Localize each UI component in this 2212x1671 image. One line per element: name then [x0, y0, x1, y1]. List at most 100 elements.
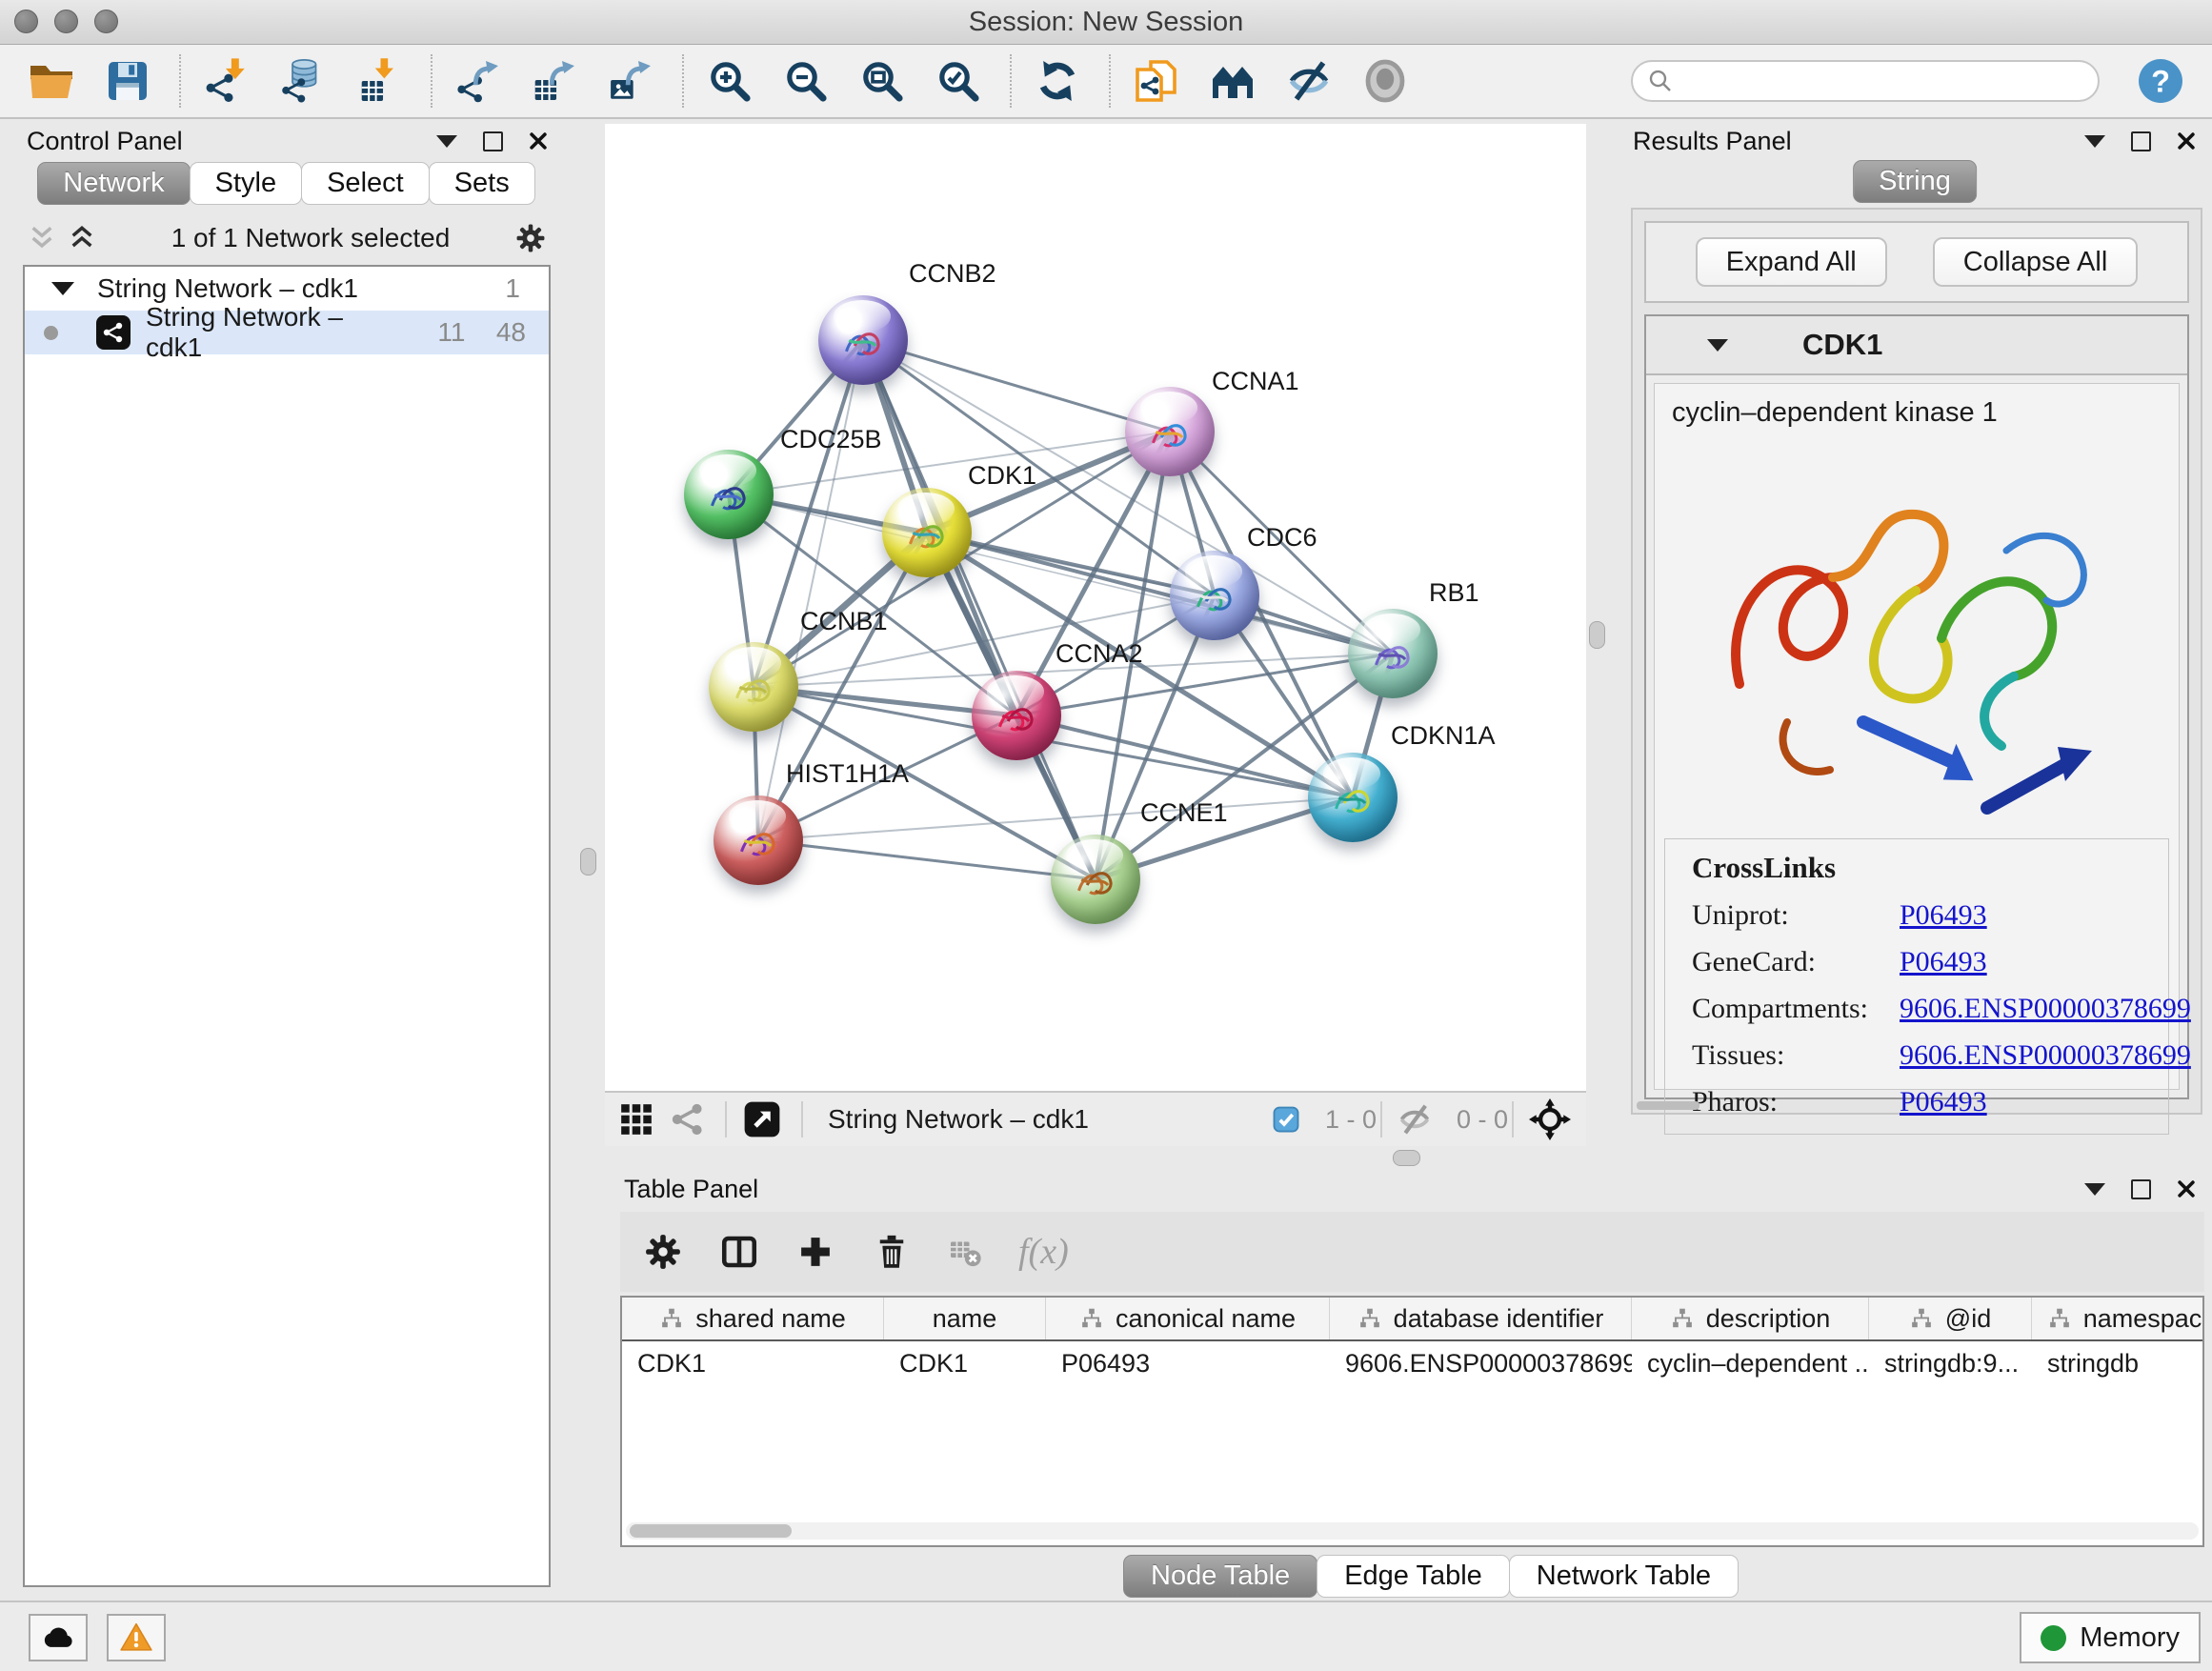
fit-content-crosshair-icon[interactable]: [1529, 1098, 1571, 1140]
cloud-status-button[interactable]: [29, 1614, 88, 1661]
network-node[interactable]: [1308, 753, 1398, 842]
table-cell[interactable]: stringdb: [2032, 1341, 2204, 1385]
help-icon[interactable]: [2134, 53, 2187, 109]
table-options-gear-icon[interactable]: [643, 1232, 683, 1272]
search-box[interactable]: [1631, 60, 2100, 102]
expand-all-networks-icon[interactable]: [67, 223, 97, 253]
birds-eye-view-icon[interactable]: [618, 1101, 654, 1137]
apply-layout-icon[interactable]: [1031, 53, 1084, 109]
crosslink-link[interactable]: P06493: [1900, 899, 1987, 932]
crosslink-link[interactable]: P06493: [1900, 1086, 1987, 1118]
export-network-icon[interactable]: [452, 53, 505, 109]
splitter-handle[interactable]: [1589, 621, 1605, 649]
crosslink-link[interactable]: P06493: [1900, 946, 1987, 978]
tab-network[interactable]: Network: [37, 162, 190, 205]
network-node[interactable]: [709, 642, 798, 732]
table-hscrollbar-track[interactable]: [626, 1522, 2199, 1540]
zoom-out-icon[interactable]: [779, 53, 833, 109]
disclosure-triangle-icon[interactable]: [51, 282, 74, 295]
network-row[interactable]: String Network – cdk1 11 48: [25, 311, 549, 354]
collapse-all-button[interactable]: Collapse All: [1933, 237, 2139, 287]
network-node[interactable]: [882, 488, 972, 577]
tab-select[interactable]: Select: [301, 162, 430, 205]
node-result-header[interactable]: CDK1: [1646, 316, 2187, 375]
column-header-description[interactable]: description: [1632, 1298, 1869, 1339]
delete-table-icon[interactable]: [948, 1235, 982, 1269]
network-node[interactable]: [1125, 387, 1215, 476]
splitter-handle[interactable]: [1393, 1150, 1420, 1166]
hidden-eye-icon[interactable]: [1398, 1102, 1432, 1137]
save-session-icon[interactable]: [101, 53, 154, 109]
table-panel-menu-icon[interactable]: [2081, 1177, 2109, 1201]
column-label: database identifier: [1394, 1304, 1604, 1334]
selected-checkbox-icon[interactable]: [1272, 1105, 1300, 1134]
add-column-icon[interactable]: [795, 1232, 835, 1272]
search-input[interactable]: [1684, 66, 2084, 97]
tab-network-table[interactable]: Network Table: [1509, 1555, 1739, 1598]
import-network-from-file-icon[interactable]: [200, 53, 253, 109]
delete-column-icon[interactable]: [872, 1232, 912, 1272]
table-cell[interactable]: CDK1: [622, 1341, 884, 1385]
show-all-icon[interactable]: [1358, 53, 1412, 109]
network-node[interactable]: [714, 795, 803, 885]
column-header-namespace[interactable]: namespace: [2032, 1298, 2204, 1339]
table-cell[interactable]: cyclin–dependent ...: [1632, 1341, 1869, 1385]
splitter-handle[interactable]: [580, 848, 596, 876]
network-overview-icon[interactable]: [670, 1101, 706, 1137]
network-node[interactable]: [684, 450, 774, 539]
entry-disclosure-icon[interactable]: [1707, 339, 1728, 352]
column-header-database-identifier[interactable]: database identifier: [1330, 1298, 1632, 1339]
duplicate-network-icon[interactable]: [1130, 53, 1183, 109]
tab-edge-table[interactable]: Edge Table: [1317, 1555, 1510, 1598]
expand-all-button[interactable]: Expand All: [1696, 237, 1887, 287]
column-header-name[interactable]: name: [884, 1298, 1046, 1339]
hide-selected-icon[interactable]: [1282, 53, 1336, 109]
column-header-canonical-name[interactable]: canonical name: [1046, 1298, 1330, 1339]
import-network-from-database-icon[interactable]: [276, 53, 330, 109]
tab-string[interactable]: String: [1853, 160, 1977, 203]
table-cell[interactable]: P06493: [1046, 1341, 1330, 1385]
detach-view-icon[interactable]: [742, 1099, 782, 1139]
tab-style[interactable]: Style: [190, 162, 302, 205]
open-session-icon[interactable]: [25, 53, 78, 109]
network-canvas[interactable]: CCNB2CCNA1CDC25BCDK1CDC6RB1CCNB1CCNA2CDK…: [605, 124, 1586, 1091]
export-table-icon[interactable]: [528, 53, 581, 109]
column-header-shared-name[interactable]: shared name: [622, 1298, 884, 1339]
table-cell[interactable]: 9606.ENSP00000378699: [1330, 1341, 1632, 1385]
network-node[interactable]: [818, 295, 908, 385]
results-panel-menu-icon[interactable]: [2081, 129, 2109, 153]
first-neighbors-icon[interactable]: [1206, 53, 1259, 109]
export-image-icon[interactable]: [604, 53, 657, 109]
function-builder-icon[interactable]: f(x): [1018, 1231, 1069, 1273]
zoom-fit-icon[interactable]: [855, 53, 909, 109]
column-header-id[interactable]: @id: [1869, 1298, 2032, 1339]
crosslink-link[interactable]: 9606.ENSP00000378699: [1900, 993, 2191, 1025]
crosslink-link[interactable]: 9606.ENSP00000378699: [1900, 1039, 2191, 1072]
show-columns-icon[interactable]: [719, 1232, 759, 1272]
table-panel-close-icon[interactable]: [2172, 1177, 2201, 1201]
control-panel-menu-icon[interactable]: [432, 129, 461, 153]
network-node[interactable]: [1170, 551, 1259, 640]
table-panel-float-icon[interactable]: [2126, 1177, 2155, 1201]
network-options-gear-icon[interactable]: [514, 222, 547, 254]
network-node[interactable]: [1051, 835, 1140, 924]
network-node[interactable]: [972, 671, 1061, 760]
control-panel-close-icon[interactable]: [524, 129, 553, 153]
import-table-from-file-icon[interactable]: [352, 53, 406, 109]
zoom-selected-icon[interactable]: [932, 53, 985, 109]
table-row[interactable]: CDK1CDK1P064939606.ENSP00000378699cyclin…: [622, 1341, 2202, 1385]
control-panel-float-icon[interactable]: [478, 129, 507, 153]
tab-node-table[interactable]: Node Table: [1123, 1555, 1317, 1598]
memory-button[interactable]: Memory: [2020, 1612, 2201, 1663]
table-cell[interactable]: CDK1: [884, 1341, 1046, 1385]
table-hscrollbar-thumb[interactable]: [630, 1524, 792, 1538]
network-node[interactable]: [1348, 609, 1438, 698]
results-scrollbar-thumb[interactable]: [1637, 1101, 1699, 1110]
zoom-in-icon[interactable]: [703, 53, 756, 109]
collapse-all-networks-icon[interactable]: [27, 223, 57, 253]
results-panel-close-icon[interactable]: [2172, 129, 2201, 153]
table-cell[interactable]: stringdb:9...: [1869, 1341, 2032, 1385]
warnings-button[interactable]: [107, 1614, 166, 1661]
tab-sets[interactable]: Sets: [429, 162, 535, 205]
results-panel-float-icon[interactable]: [2126, 129, 2155, 153]
